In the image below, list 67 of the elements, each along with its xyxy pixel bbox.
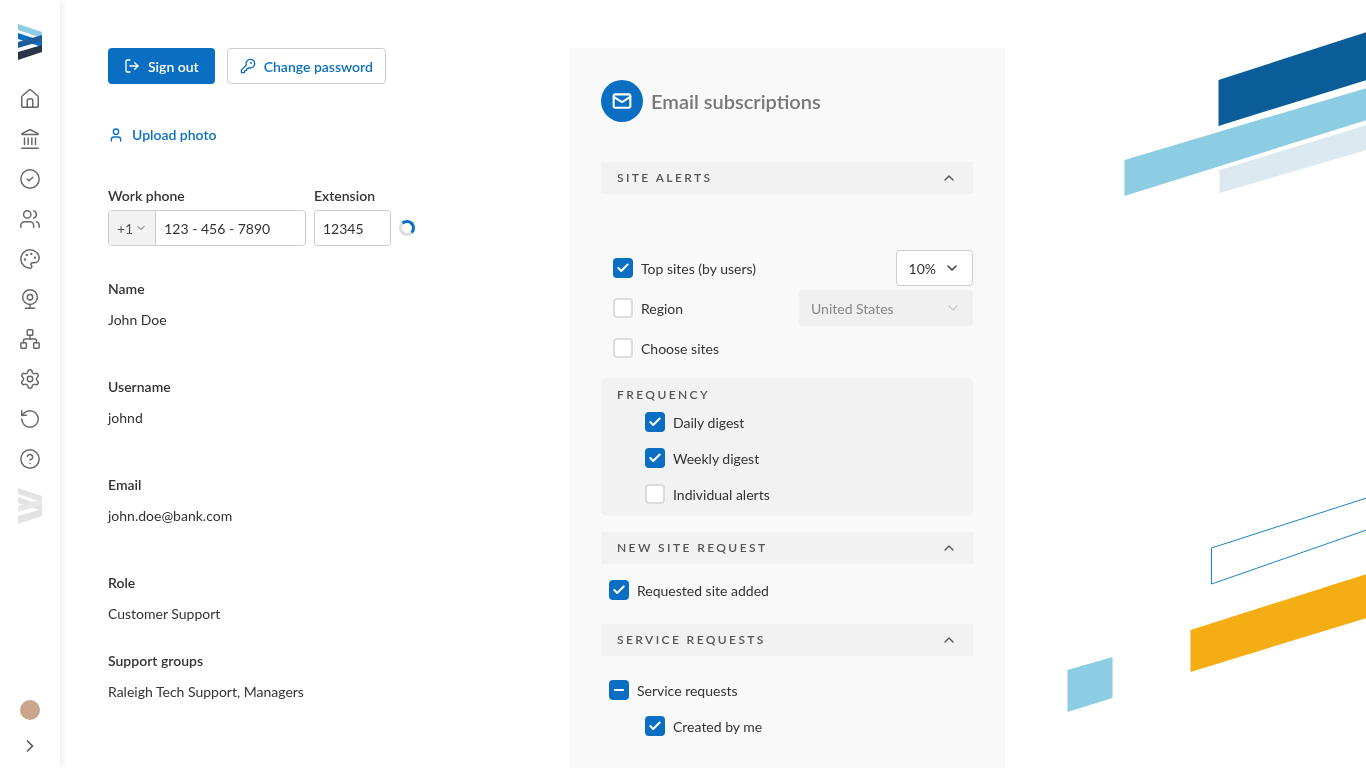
mail-icon [612, 91, 632, 111]
option-label: Choose sites [641, 338, 719, 359]
settings-icon[interactable] [19, 368, 41, 390]
panel-title: Email subscriptions [651, 88, 821, 115]
checkbox[interactable] [613, 258, 633, 278]
option-label: Daily digest [673, 412, 745, 433]
field-value: johnd [108, 408, 144, 428]
person-icon [108, 126, 124, 143]
sign-out-button[interactable]: Sign out [108, 48, 215, 84]
checkbox[interactable] [645, 448, 665, 468]
option-label: Weekly digest [673, 448, 760, 469]
country-code-select[interactable]: +1 [109, 211, 157, 245]
section-title: NEW SITE REQUEST [617, 539, 768, 557]
checkbox[interactable] [613, 338, 633, 358]
field-label: Username [108, 377, 172, 397]
section-header[interactable]: NEW SITE REQUEST [601, 532, 973, 564]
checkbox[interactable] [609, 680, 629, 700]
checkbox[interactable] [645, 484, 665, 504]
field-label: Support groups [108, 651, 205, 671]
key-icon [239, 58, 256, 74]
checkbox[interactable] [645, 412, 665, 432]
option-label: Requested site added [637, 580, 769, 601]
checkbox[interactable] [613, 298, 633, 318]
webcam-icon[interactable] [19, 288, 41, 310]
logo-icon [18, 24, 42, 60]
option-label: Created by me [673, 716, 763, 737]
field-label: Work phone [108, 186, 186, 206]
group-title: FREQUENCY [617, 386, 711, 404]
upload-photo-link[interactable]: Upload photo [108, 124, 217, 145]
check-icon [616, 261, 630, 275]
help-icon[interactable] [19, 448, 41, 470]
checkbox[interactable] [609, 580, 629, 600]
check-circle-icon[interactable] [19, 168, 41, 190]
option-label: Service requests [637, 680, 738, 701]
sign-out-icon [124, 58, 140, 74]
field-label: Role [108, 573, 137, 593]
field-label: Extension [314, 186, 376, 206]
faded-logo-icon [18, 488, 42, 524]
field-value: john.doe@bank.com [108, 506, 234, 526]
field-label: Email [108, 475, 143, 495]
section-title: SITE ALERTS [617, 169, 713, 187]
section-title: SERVICE REQUESTS [617, 631, 766, 649]
change-password-button[interactable]: Change password [226, 48, 386, 84]
check-icon [648, 415, 662, 429]
checkbox[interactable] [645, 716, 665, 736]
field-value: John Doe [108, 310, 168, 330]
people-icon[interactable] [19, 208, 41, 230]
option-label: Region [641, 298, 684, 319]
check-icon [648, 719, 662, 733]
field-value: Customer Support [108, 604, 222, 624]
check-icon [612, 583, 626, 597]
option-label: Top sites (by users) [641, 258, 757, 279]
undo-icon[interactable] [19, 408, 41, 430]
section-header[interactable]: SITE ALERTS [601, 162, 973, 194]
option-label: Individual alerts [673, 484, 770, 505]
phone-value: 123 - 456 - 7890 [163, 218, 272, 239]
extension-field[interactable]: 12345 [314, 210, 391, 246]
palette-icon[interactable] [19, 248, 41, 270]
dropdown[interactable]: 10% [895, 250, 973, 286]
phone-field[interactable]: +1 123 - 456 - 7890 [108, 210, 306, 246]
bank-icon[interactable] [19, 128, 41, 150]
check-icon [648, 451, 662, 465]
field-value: Raleigh Tech Support, Managers [108, 682, 305, 702]
section-header[interactable]: SERVICE REQUESTS [601, 624, 973, 656]
field-label: Name [108, 279, 146, 299]
network-icon[interactable] [19, 328, 41, 350]
home-icon[interactable] [19, 88, 41, 110]
